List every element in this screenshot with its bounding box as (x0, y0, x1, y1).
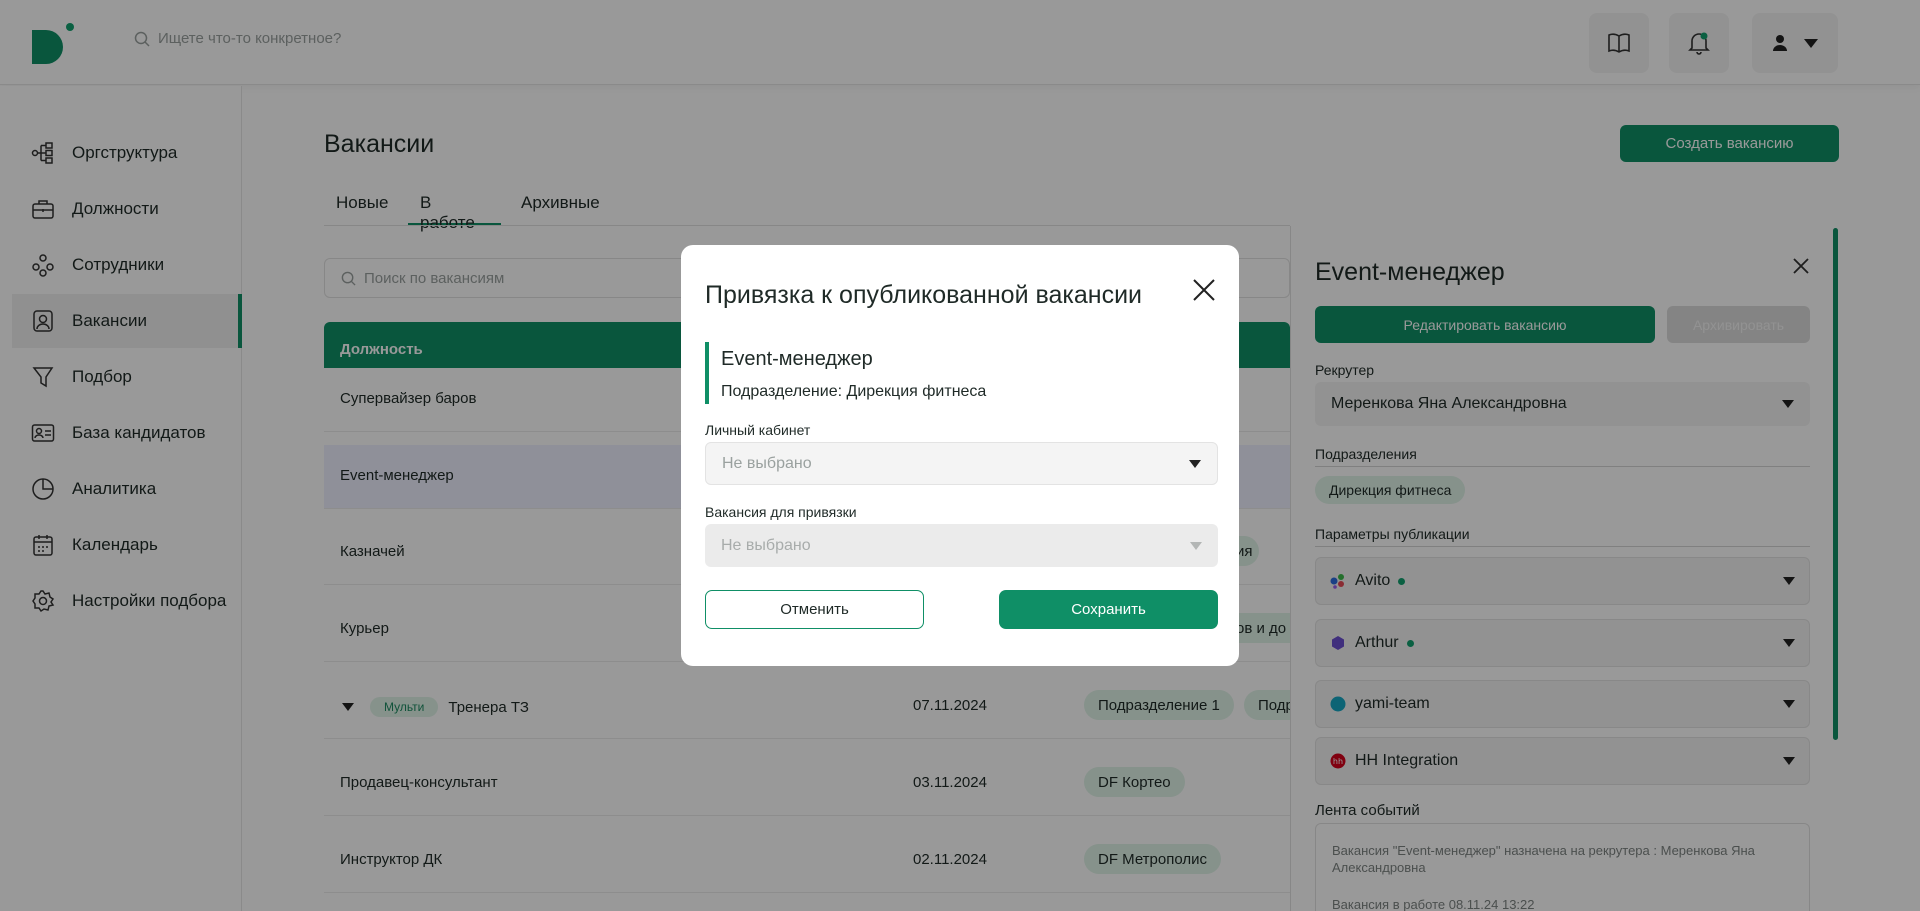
save-button[interactable]: Сохранить (999, 590, 1218, 629)
cabinet-value: Не выбрано (722, 454, 812, 472)
link-vacancy-modal: Привязка к опубликованной вакансии Event… (681, 245, 1239, 666)
cabinet-select[interactable]: Не выбрано (705, 442, 1218, 485)
cancel-button[interactable]: Отменить (705, 590, 924, 629)
vacancy-link-label: Вакансия для привязки (705, 504, 857, 520)
selected-vacancy-card: Event-менеджер Подразделение: Дирекция ф… (705, 342, 1105, 404)
vacancy-department: Подразделение: Дирекция фитнеса (721, 383, 987, 400)
cabinet-label: Личный кабинет (705, 422, 811, 438)
vacancy-link-select[interactable]: Не выбрано (705, 524, 1218, 567)
chevron-down-icon (1190, 541, 1202, 550)
modal-title: Привязка к опубликованной вакансии (705, 281, 1143, 309)
vacancy-link-value: Не выбрано (721, 536, 811, 554)
close-icon[interactable] (1192, 278, 1216, 302)
chevron-down-icon (1189, 459, 1201, 468)
vacancy-name: Event-менеджер (721, 348, 873, 370)
